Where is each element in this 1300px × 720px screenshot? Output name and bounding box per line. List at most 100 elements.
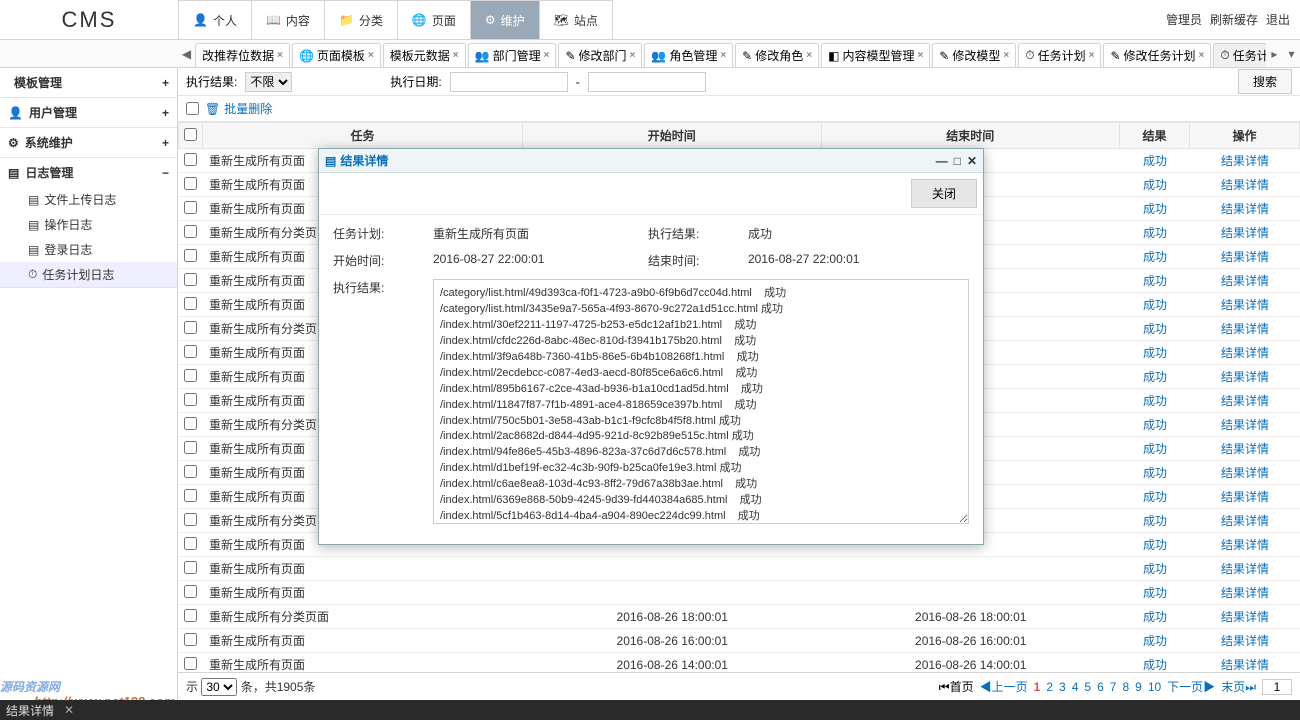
sideitem-操作日志[interactable]: ▤操作日志 <box>0 212 177 237</box>
pager-prev[interactable]: ◀上一页 <box>980 678 1028 695</box>
subtab-页面模板[interactable]: 🌐页面模板× <box>292 43 381 67</box>
row-checkbox[interactable] <box>184 393 197 406</box>
sideitem-文件上传日志[interactable]: ▤文件上传日志 <box>0 187 177 212</box>
search-button[interactable]: 搜索 <box>1238 69 1292 94</box>
subtab-close-icon[interactable]: × <box>630 50 636 61</box>
row-result[interactable]: 成功 <box>1143 490 1167 504</box>
row-result[interactable]: 成功 <box>1143 418 1167 432</box>
subtab-scroll-left[interactable]: ◀ <box>178 40 195 67</box>
subtab-改推荐位数据[interactable]: 改推荐位数据× <box>195 43 290 67</box>
row-detail-link[interactable]: 结果详情 <box>1221 538 1269 552</box>
row-result[interactable]: 成功 <box>1143 538 1167 552</box>
row-detail-link[interactable]: 结果详情 <box>1221 610 1269 624</box>
row-detail-link[interactable]: 结果详情 <box>1221 298 1269 312</box>
row-checkbox[interactable] <box>184 273 197 286</box>
subtab-close-icon[interactable]: × <box>720 50 726 61</box>
row-checkbox[interactable] <box>184 609 197 622</box>
row-detail-link[interactable]: 结果详情 <box>1221 274 1269 288</box>
row-result[interactable]: 成功 <box>1143 634 1167 648</box>
col-check[interactable] <box>179 123 203 149</box>
sidegroup-用户管理[interactable]: 👤用户管理+ <box>0 98 177 127</box>
pager-last[interactable]: 末页⏭ <box>1221 678 1256 695</box>
row-checkbox[interactable] <box>184 153 197 166</box>
row-result[interactable]: 成功 <box>1143 586 1167 600</box>
row-result[interactable]: 成功 <box>1143 442 1167 456</box>
row-detail-link[interactable]: 结果详情 <box>1221 226 1269 240</box>
row-detail-link[interactable]: 结果详情 <box>1221 322 1269 336</box>
row-checkbox[interactable] <box>184 465 197 478</box>
toptab-站点[interactable]: 🗺站点 <box>540 0 613 39</box>
row-checkbox[interactable] <box>184 201 197 214</box>
page-size-select[interactable]: 30 <box>201 678 237 696</box>
subtab-close-icon[interactable]: × <box>1003 50 1009 61</box>
toplink-退出[interactable]: 退出 <box>1266 11 1290 28</box>
minimize-icon[interactable]: — <box>936 154 948 168</box>
row-result[interactable]: 成功 <box>1143 322 1167 336</box>
row-detail-link[interactable]: 结果详情 <box>1221 634 1269 648</box>
pager-page-1[interactable]: 1 <box>1034 680 1041 694</box>
toptab-维护[interactable]: ⚙维护 <box>471 0 540 39</box>
pager-page-2[interactable]: 2 <box>1046 680 1053 694</box>
toptab-个人[interactable]: 👤个人 <box>178 0 252 39</box>
row-result[interactable]: 成功 <box>1143 514 1167 528</box>
sidegroup-模板管理[interactable]: 模板管理+ <box>0 68 177 97</box>
subtab-close-icon[interactable]: × <box>277 50 283 61</box>
pager-page-8[interactable]: 8 <box>1122 680 1129 694</box>
subtab-部门管理[interactable]: 👥部门管理× <box>468 43 557 67</box>
row-checkbox[interactable] <box>184 369 197 382</box>
row-detail-link[interactable]: 结果详情 <box>1221 250 1269 264</box>
sideitem-登录日志[interactable]: ▤登录日志 <box>0 237 177 262</box>
bottom-tab[interactable]: 结果详情 <box>6 702 54 719</box>
row-checkbox[interactable] <box>184 417 197 430</box>
row-checkbox[interactable] <box>184 633 197 646</box>
pager-goto-input[interactable] <box>1262 679 1292 695</box>
row-result[interactable]: 成功 <box>1143 370 1167 384</box>
row-detail-link[interactable]: 结果详情 <box>1221 562 1269 576</box>
subtab-角色管理[interactable]: 👥角色管理× <box>644 43 733 67</box>
row-result[interactable]: 成功 <box>1143 202 1167 216</box>
subtab-close-icon[interactable]: × <box>544 50 550 61</box>
row-detail-link[interactable]: 结果详情 <box>1221 346 1269 360</box>
row-result[interactable]: 成功 <box>1143 250 1167 264</box>
subtab-模板元数据[interactable]: 模板元数据× <box>383 43 466 67</box>
row-checkbox[interactable] <box>184 441 197 454</box>
toptab-页面[interactable]: 🌐页面 <box>398 0 471 39</box>
pager-first[interactable]: ⏮首页 <box>939 678 974 695</box>
subtab-修改部门[interactable]: ✎修改部门× <box>558 43 642 67</box>
toplink-管理员[interactable]: 管理员 <box>1166 11 1202 28</box>
row-checkbox[interactable] <box>184 657 197 670</box>
pager-page-6[interactable]: 6 <box>1097 680 1104 694</box>
row-result[interactable]: 成功 <box>1143 394 1167 408</box>
sidegroup-系统维护[interactable]: ⚙系统维护+ <box>0 128 177 157</box>
subtab-menu[interactable]: ▾ <box>1283 40 1300 67</box>
pager-page-10[interactable]: 10 <box>1148 680 1161 694</box>
subtab-scroll-right[interactable]: ▸ <box>1266 40 1283 67</box>
subtab-修改模型[interactable]: ✎修改模型× <box>932 43 1016 67</box>
row-result[interactable]: 成功 <box>1143 298 1167 312</box>
subtab-close-icon[interactable]: × <box>1089 50 1095 61</box>
subtab-修改角色[interactable]: ✎修改角色× <box>735 43 819 67</box>
row-checkbox[interactable] <box>184 561 197 574</box>
toptab-内容[interactable]: 📖内容 <box>252 0 325 39</box>
filter-date-end[interactable] <box>588 72 706 92</box>
row-result[interactable]: 成功 <box>1143 610 1167 624</box>
row-detail-link[interactable]: 结果详情 <box>1221 514 1269 528</box>
toggle-icon[interactable]: + <box>162 76 169 90</box>
log-output[interactable]: /category/list.html/49d393ca-f0f1-4723-a… <box>433 279 969 524</box>
toggle-icon[interactable]: + <box>162 106 169 120</box>
row-result[interactable]: 成功 <box>1143 658 1167 672</box>
row-checkbox[interactable] <box>184 489 197 502</box>
row-result[interactable]: 成功 <box>1143 466 1167 480</box>
filter-result-select[interactable]: 不限 <box>245 72 292 92</box>
row-detail-link[interactable]: 结果详情 <box>1221 442 1269 456</box>
pager-page-5[interactable]: 5 <box>1084 680 1091 694</box>
row-checkbox[interactable] <box>184 177 197 190</box>
toggle-icon[interactable]: − <box>162 166 169 180</box>
toggle-icon[interactable]: + <box>162 136 169 150</box>
row-detail-link[interactable]: 结果详情 <box>1221 490 1269 504</box>
row-result[interactable]: 成功 <box>1143 274 1167 288</box>
select-all-checkbox[interactable] <box>186 102 199 115</box>
row-result[interactable]: 成功 <box>1143 226 1167 240</box>
toplink-刷新缓存[interactable]: 刷新缓存 <box>1210 11 1258 28</box>
row-detail-link[interactable]: 结果详情 <box>1221 466 1269 480</box>
